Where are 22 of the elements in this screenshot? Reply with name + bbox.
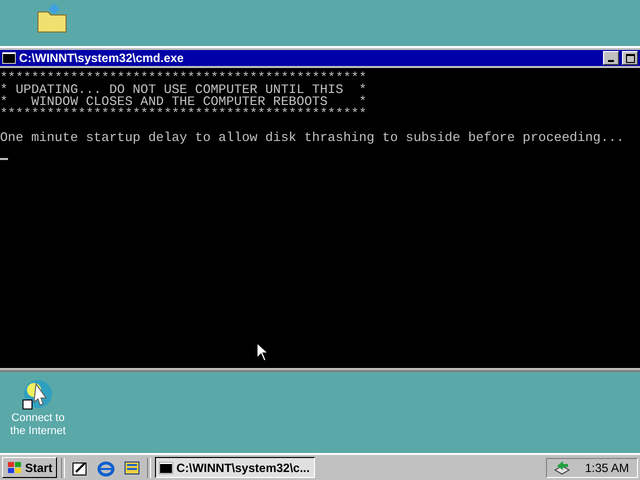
- console-line: One minute startup delay to allow disk thrashing to subside before proceeding...: [0, 132, 626, 144]
- console-icon: [159, 462, 174, 474]
- console-icon: [2, 52, 16, 64]
- browser-icon: [97, 458, 116, 476]
- mouse-pointer-icon: [256, 342, 268, 362]
- maximize-icon: [626, 54, 634, 62]
- clock[interactable]: 1:35 AM: [585, 460, 630, 474]
- console-line: * WINDOW CLOSES AND THE COMPUTER REBOOTS *: [0, 96, 368, 108]
- channels-icon: [123, 458, 142, 476]
- start-button[interactable]: Start: [2, 457, 58, 478]
- minimize-button[interactable]: [603, 51, 619, 65]
- folder-icon[interactable]: [36, 4, 68, 34]
- text-cursor: [0, 158, 8, 160]
- console-line: ***********************************************: [0, 72, 368, 84]
- console-line: ***********************************************: [0, 108, 368, 120]
- network-icon[interactable]: [553, 460, 571, 476]
- windows-logo-icon: [7, 460, 23, 474]
- console-line: * UPDATING... DO NOT USE COMPUTER UNTIL THIS *: [0, 84, 368, 96]
- maximize-button[interactable]: [622, 51, 638, 65]
- globe-cursor-icon[interactable]: [22, 378, 54, 410]
- window-title: C:\WINNT\system32\cmd.exe: [19, 51, 185, 65]
- taskbar-task-button[interactable]: C:\WINNT\system32\c...: [155, 457, 316, 478]
